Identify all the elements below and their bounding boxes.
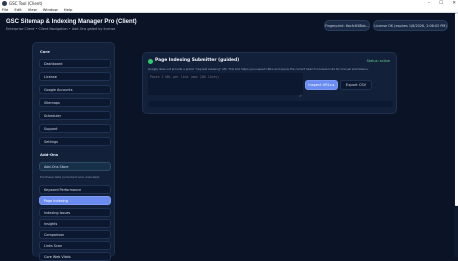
add-ons-store-button[interactable]: Add-Ons Store — [39, 162, 111, 171]
card-description: Google does not provide a public "reques… — [148, 67, 369, 71]
sidebar-item-support[interactable]: Support — [39, 124, 111, 133]
scrollbar-thumb[interactable] — [454, 13, 458, 206]
sidebar-item-sitemaps[interactable]: Sitemaps — [39, 98, 111, 107]
inspect-urls-button[interactable]: Inspect URLs ▸ — [305, 80, 338, 90]
addons-hint: Purchase tabs (unlocked now unlocked) — [40, 175, 100, 179]
menu-window[interactable]: Window — [43, 7, 58, 12]
close-icon[interactable]: ✕ — [452, 1, 456, 6]
sidebar-item-dashboard[interactable]: Dashboard — [39, 59, 111, 68]
menu-edit[interactable]: Edit — [14, 7, 21, 12]
progress-bar — [148, 101, 393, 107]
menu-file[interactable]: File — [2, 7, 8, 12]
status-badge: Status: active — [366, 59, 390, 63]
menu-view[interactable]: View — [28, 7, 37, 12]
sidebar-item-insights[interactable]: Insights — [39, 219, 111, 228]
window-title: GSC Tool (Client) — [9, 1, 43, 6]
sidebar-item-settings[interactable]: Settings — [39, 137, 111, 146]
page-subtitle: Enterprise Client • Client Navigation • … — [6, 27, 116, 31]
page-title: GSC Sitemap & Indexing Manager Pro (Clie… — [6, 19, 137, 25]
sidebar-item-keyword-performance[interactable]: Keyword Performance — [39, 185, 111, 194]
sidebar: Core Dashboard License Google Accounts S… — [32, 42, 115, 261]
page-scrollbar[interactable] — [454, 13, 458, 257]
sidebar-section-core: Core — [40, 49, 50, 54]
sidebar-item-scheduler[interactable]: Scheduler — [39, 111, 111, 120]
maximize-icon[interactable]: ☐ — [439, 1, 443, 6]
window-titlebar: GSC Tool (Client) – ☐ ✕ — [0, 0, 458, 7]
fingerprint-badge: Fingerprint: 6acfc638bb... — [324, 20, 370, 31]
sidebar-item-google-accounts[interactable]: Google Accounts — [39, 85, 111, 94]
sidebar-item-links-scan[interactable]: Links Scan — [39, 241, 111, 250]
sidebar-section-addons: Add-Ons — [40, 152, 59, 157]
export-csv-button[interactable]: Export CSV — [340, 80, 372, 90]
card-title: Page Indexing Submitter (guided) — [155, 58, 240, 63]
green-dot-icon — [148, 59, 153, 64]
sidebar-item-indexing-issues[interactable]: Indexing Issues — [39, 208, 111, 217]
app-icon — [2, 1, 7, 6]
page-indexing-card: Page Indexing Submitter (guided) Status:… — [142, 52, 397, 114]
window-controls: – ☐ ✕ — [428, 0, 456, 7]
app-header: GSC Sitemap & Indexing Manager Pro (Clie… — [0, 13, 454, 38]
checkmark-icon: ✓ — [299, 93, 303, 98]
url-input[interactable] — [148, 73, 303, 95]
license-badge: License OK (expires 1/6/2026, 2:06:02 PM… — [373, 20, 448, 31]
sidebar-item-license[interactable]: License — [39, 72, 111, 81]
sidebar-item-comparison[interactable]: Comparison — [39, 230, 111, 239]
sidebar-item-page-indexing[interactable]: Page Indexing — [39, 196, 111, 205]
minimize-icon[interactable]: – — [428, 1, 430, 6]
menu-help[interactable]: Help — [64, 7, 73, 12]
